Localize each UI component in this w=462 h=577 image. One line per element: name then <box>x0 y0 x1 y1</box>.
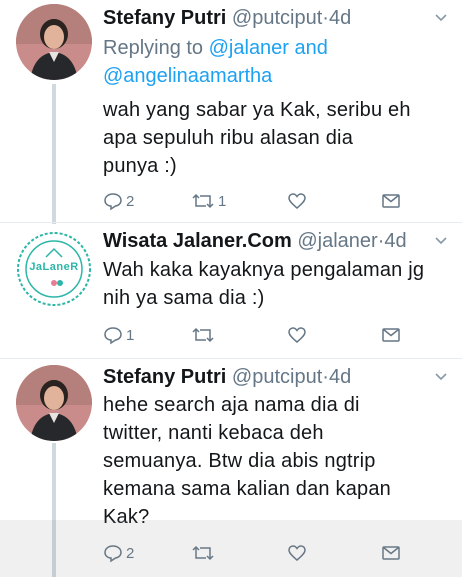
user-handle[interactable]: @putciput <box>232 366 322 388</box>
display-name[interactable]: Stefany Putri <box>103 7 226 29</box>
avatar[interactable] <box>16 365 92 441</box>
replying-to-label: Replying to <box>103 37 204 59</box>
tweet-1[interactable]: Stefany Putri @putciput·4d Replying to @… <box>0 0 462 224</box>
tweet-header: Wisata Jalaner.Com @jalaner·4d <box>103 229 454 255</box>
retweet-button[interactable]: 1 <box>191 190 226 212</box>
user-handle[interactable]: @jalaner <box>297 230 377 252</box>
mention-link[interactable]: @jalaner <box>209 37 289 59</box>
retweet-button[interactable] <box>191 324 218 346</box>
message-icon <box>382 328 400 342</box>
time-separator: · <box>322 7 329 29</box>
avatar[interactable] <box>16 4 92 80</box>
tweet-text-line: semuanya. Btw dia abis ngtrip <box>103 450 376 472</box>
tweet-text-line: Wah kaka kayaknya pengalaman jg <box>103 259 425 281</box>
tweet-actions: 2 1 <box>103 190 403 212</box>
like-icon <box>288 327 306 343</box>
and-link[interactable]: and <box>295 37 328 59</box>
user-handle[interactable]: @putciput <box>232 7 322 29</box>
timestamp[interactable]: 4d <box>329 366 351 388</box>
avatar-logo-text: JaLaneR <box>29 261 79 273</box>
message-button[interactable] <box>381 190 401 212</box>
watermark-overlay <box>0 520 462 577</box>
reply-button[interactable]: 1 <box>103 324 134 346</box>
replying-to: Replying to @jalaner and @angelinaamarth… <box>103 34 328 90</box>
tweet-header: Stefany Putri @putciput·4d <box>103 6 454 32</box>
tweet-text-line: twitter, nanti kebaca deh <box>103 422 324 444</box>
tweet-text-line: apa sepuluh ribu alasan dia <box>103 127 354 149</box>
like-button[interactable] <box>287 324 307 346</box>
time-separator: · <box>322 366 329 388</box>
mention-link[interactable]: @angelinaamartha <box>103 65 272 87</box>
tweet-text-line: punya :) <box>103 155 177 177</box>
reply-button[interactable]: 2 <box>103 190 134 212</box>
tweet-actions: 1 <box>103 324 403 346</box>
message-button[interactable] <box>381 324 401 346</box>
reply-icon <box>104 327 122 345</box>
chevron-down-icon[interactable] <box>434 10 448 24</box>
reply-icon <box>104 193 122 211</box>
timestamp[interactable]: 4d <box>329 7 351 29</box>
chevron-down-icon[interactable] <box>434 233 448 247</box>
tweet-text-line: kemana sama kalian dan kapan <box>103 478 392 500</box>
chevron-down-icon[interactable] <box>434 369 448 383</box>
tweet-text: hehe search aja nama dia di twitter, nan… <box>103 391 450 531</box>
retweet-icon <box>192 193 214 209</box>
tweet-text: Wah kaka kayaknya pengalaman jg nih ya s… <box>103 256 450 312</box>
display-name[interactable]: Stefany Putri <box>103 366 226 388</box>
tweet-text: wah yang sabar ya Kak, seribu eh apa sep… <box>103 96 450 180</box>
retweet-icon <box>192 327 214 343</box>
tweet-text-line: hehe search aja nama dia di <box>103 394 360 416</box>
timestamp[interactable]: 4d <box>384 230 406 252</box>
like-icon <box>288 193 306 209</box>
thread-line <box>52 84 56 224</box>
avatar[interactable]: JaLaneR <box>16 231 92 307</box>
like-button[interactable] <box>287 190 307 212</box>
tweet-text-line: wah yang sabar ya Kak, seribu eh <box>103 99 411 121</box>
tweet-text-line: nih ya sama dia :) <box>103 287 265 309</box>
tweet-header: Stefany Putri @putciput·4d <box>103 365 454 391</box>
tweet-2[interactable]: JaLaneR Wisata Jalaner.Com @jalaner·4d W… <box>0 223 462 359</box>
message-icon <box>382 194 400 208</box>
reply-count: 2 <box>126 192 135 210</box>
display-name[interactable]: Wisata Jalaner.Com <box>103 230 292 252</box>
reply-count: 1 <box>126 326 135 344</box>
retweet-count: 1 <box>218 192 227 210</box>
